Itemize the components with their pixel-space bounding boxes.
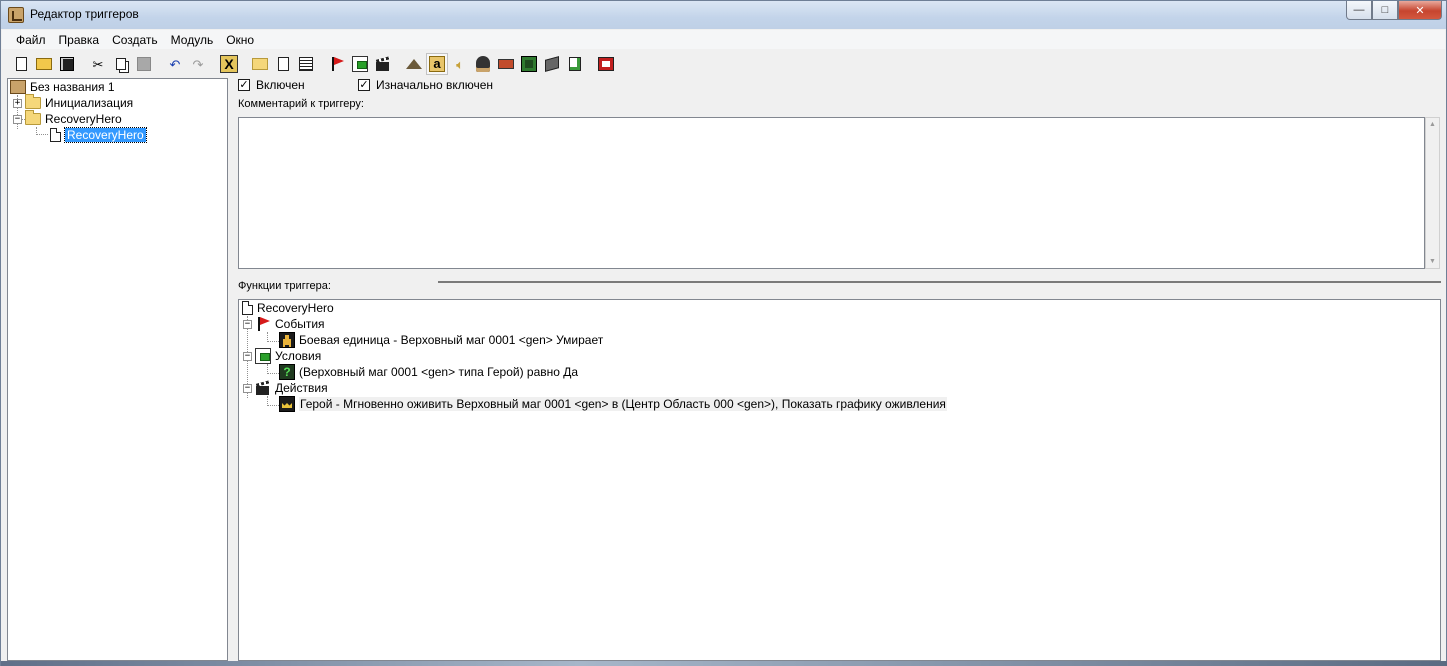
undo-icon[interactable]: ↶	[164, 53, 186, 75]
save-icon[interactable]	[56, 53, 78, 75]
new-condition-icon[interactable]	[349, 53, 371, 75]
paste-icon[interactable]	[133, 53, 155, 75]
events-node[interactable]: − События	[243, 316, 325, 332]
tree-item-initialization[interactable]: + Инициализация	[13, 94, 134, 111]
unit-event-icon	[279, 332, 295, 348]
actions-node[interactable]: − Действия	[243, 380, 328, 396]
menu-file[interactable]: Файл	[10, 33, 53, 47]
trigger-editor-window: Редактор триггеров — □ ✕ Файл Правка Соз…	[0, 0, 1447, 666]
actions-label: Действия	[275, 381, 328, 395]
object-icon[interactable]	[541, 53, 563, 75]
comment-label: Комментарий к триггеру:	[238, 98, 364, 110]
text-icon[interactable]: a	[426, 53, 448, 75]
menu-window[interactable]: Окно	[220, 33, 261, 47]
collapse-toggle[interactable]: −	[13, 114, 22, 124]
unit-icon[interactable]	[472, 53, 494, 75]
trigger-functions-tree[interactable]: RecoveryHero − События Боевая единица - …	[238, 299, 1441, 661]
conditions-label: Условия	[275, 349, 322, 363]
enabled-checkbox[interactable]: ✓	[238, 79, 250, 91]
condition-text: (Верховный маг 0001 <gen> типа Герой) ра…	[299, 365, 579, 379]
functions-label: Функции триггера:	[238, 280, 331, 292]
tree-root[interactable]: Без названия 1	[10, 79, 115, 95]
new-comment-icon[interactable]	[295, 53, 317, 75]
new-event-icon[interactable]	[326, 53, 348, 75]
test-map-icon[interactable]	[595, 53, 617, 75]
app-icon	[8, 7, 24, 23]
minimap-icon[interactable]	[518, 53, 540, 75]
trigger-document-icon	[242, 301, 253, 315]
window-controls: — □ ✕	[1346, 1, 1442, 21]
open-folder-icon[interactable]	[33, 53, 55, 75]
collapse-toggle[interactable]: −	[243, 383, 252, 393]
menu-create[interactable]: Создать	[106, 33, 165, 47]
copy-icon[interactable]	[110, 53, 132, 75]
terrain-icon[interactable]	[403, 53, 425, 75]
event-flag-icon	[255, 316, 271, 332]
minimize-button[interactable]: —	[1346, 1, 1372, 20]
window-title: Редактор триггеров	[30, 7, 139, 21]
comment-scrollbar[interactable]: ▲ ▼	[1425, 117, 1440, 269]
horizontal-splitter[interactable]	[237, 273, 1441, 279]
new-document-icon[interactable]	[10, 53, 32, 75]
folder-icon	[25, 94, 41, 109]
question-mark-icon: ?	[279, 364, 295, 380]
event-text: Боевая единица - Верховный маг 0001 <gen…	[299, 333, 604, 347]
tree-root-label: Без названия 1	[30, 80, 115, 94]
desktop-background-strip	[1, 661, 1447, 666]
action-item[interactable]: Герой - Мгновенно оживить Верховный маг …	[279, 396, 947, 412]
event-item[interactable]: Боевая единица - Верховный маг 0001 <gen…	[279, 332, 603, 348]
comment-textarea[interactable]	[238, 117, 1425, 269]
tree-item-recoveryhero-category[interactable]: − RecoveryHero	[13, 110, 122, 127]
open-folder-icon	[25, 110, 41, 125]
new-category-icon[interactable]	[249, 53, 271, 75]
import-icon[interactable]	[495, 53, 517, 75]
conditions-node[interactable]: − Условия	[243, 348, 321, 364]
functions-trigger-root[interactable]: RecoveryHero	[242, 300, 334, 316]
vertical-splitter[interactable]	[228, 78, 237, 661]
events-label: События	[275, 317, 325, 331]
menu-module[interactable]: Модуль	[165, 33, 221, 47]
action-text: Герой - Мгновенно оживить Верховный маг …	[299, 397, 947, 411]
title-bar[interactable]: Редактор триггеров — □ ✕	[1, 1, 1446, 29]
tree-item-selected-label: RecoveryHero	[64, 127, 147, 143]
functions-trigger-name: RecoveryHero	[257, 301, 334, 315]
menu-edit[interactable]: Правка	[53, 33, 107, 47]
scroll-down-arrow-icon[interactable]: ▼	[1429, 258, 1436, 265]
enabled-checkbox-row[interactable]: ✓ Включен	[238, 78, 305, 92]
new-trigger-icon[interactable]	[272, 53, 294, 75]
toolbar: ✂ ↶ ↷ X a 🔈︎	[2, 51, 1445, 77]
expand-toggle[interactable]: +	[13, 98, 22, 108]
condition-icon	[255, 348, 271, 364]
scroll-up-arrow-icon[interactable]: ▲	[1429, 121, 1436, 128]
condition-item[interactable]: ? (Верховный маг 0001 <gen> типа Герой) …	[279, 364, 578, 380]
initially-on-label: Изначально включен	[376, 78, 494, 92]
collapse-toggle[interactable]: −	[243, 351, 252, 361]
redo-icon[interactable]: ↷	[187, 53, 209, 75]
collapse-toggle[interactable]: −	[243, 319, 252, 329]
group-divider	[438, 281, 1441, 283]
close-button[interactable]: ✕	[1398, 1, 1442, 20]
menu-bar: Файл Правка Создать Модуль Окно	[2, 30, 1445, 49]
tree-item-recoveryhero-trigger[interactable]: RecoveryHero	[50, 127, 147, 143]
delete-x-icon[interactable]: X	[218, 53, 240, 75]
clapperboard-icon	[255, 380, 271, 396]
hero-crown-icon	[279, 396, 295, 412]
script-icon[interactable]	[564, 53, 586, 75]
new-action-icon[interactable]	[372, 53, 394, 75]
map-icon	[10, 80, 26, 94]
tree-item-label: Инициализация	[45, 96, 134, 110]
trigger-document-icon	[50, 128, 61, 142]
trigger-tree[interactable]: Без названия 1 + Инициализация − Recover…	[7, 78, 228, 661]
enabled-label: Включен	[256, 78, 305, 92]
tree-item-label: RecoveryHero	[45, 112, 122, 126]
maximize-button[interactable]: □	[1372, 1, 1398, 20]
initially-on-checkbox[interactable]: ✓	[358, 79, 370, 91]
cut-icon[interactable]: ✂	[87, 53, 109, 75]
sound-icon[interactable]: 🔈︎	[449, 53, 471, 75]
initially-on-checkbox-row[interactable]: ✓ Изначально включен	[358, 78, 493, 92]
